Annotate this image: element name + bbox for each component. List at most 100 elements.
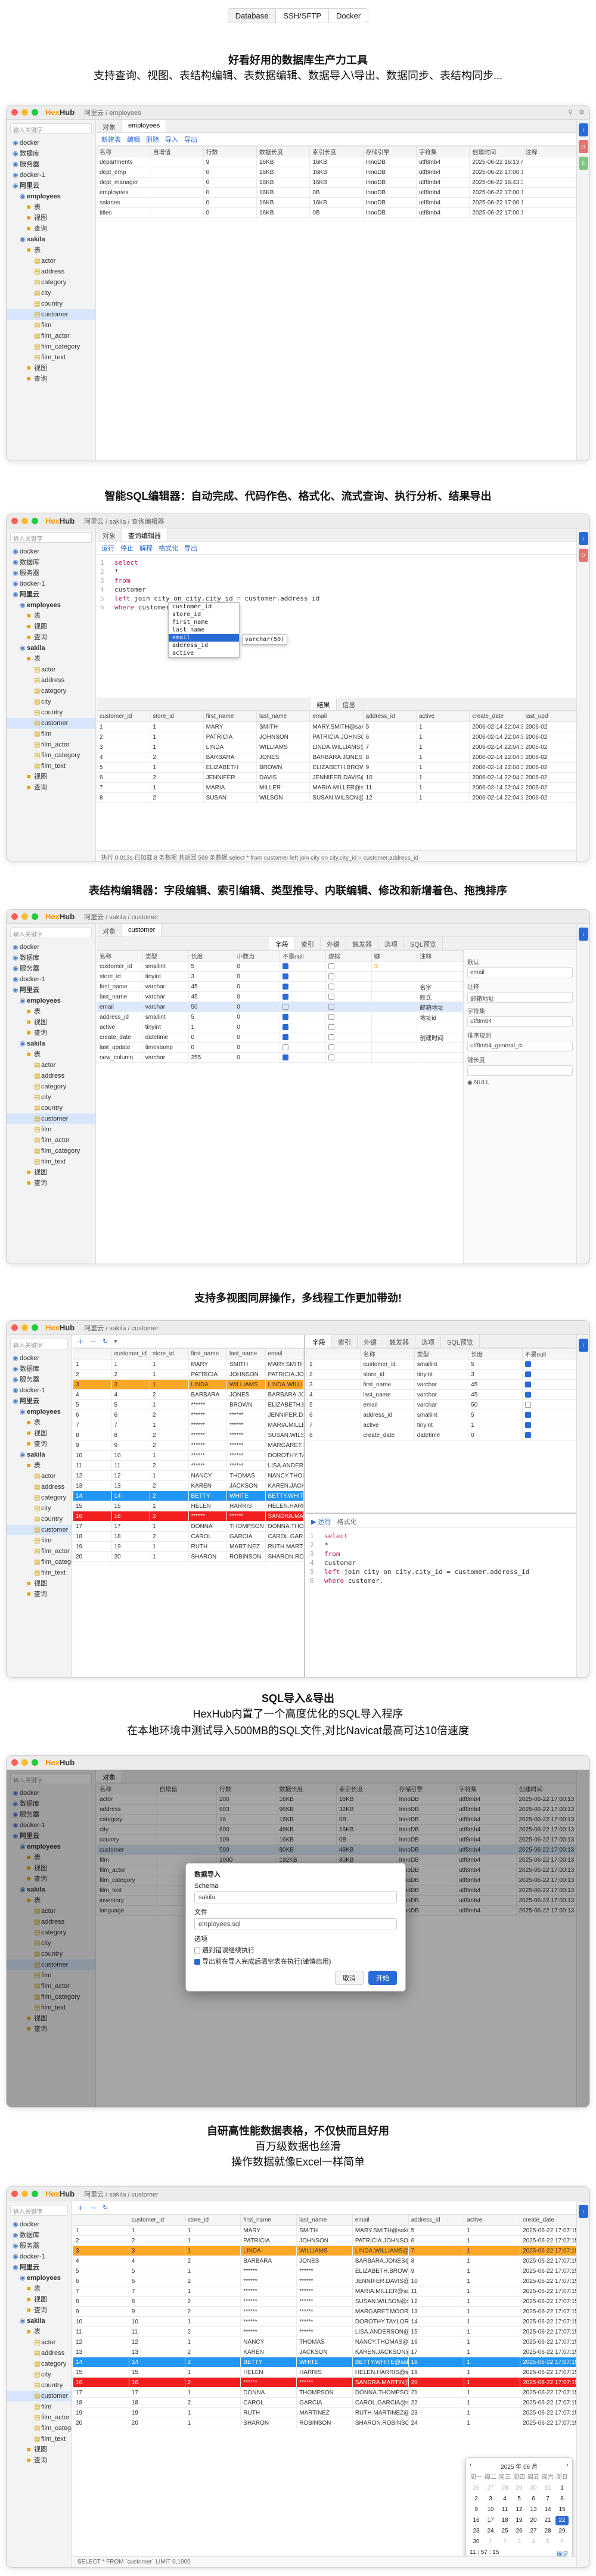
format-button[interactable]: 格式化 — [337, 1517, 357, 1526]
table-cell[interactable]: LINDA — [240, 2245, 297, 2256]
gear-icon[interactable]: ⚙ — [579, 108, 585, 116]
table-cell[interactable]: 20 — [408, 2377, 465, 2388]
keylength-field[interactable] — [467, 1065, 573, 1076]
table-cell[interactable]: 2025-06-22 17:07:15 — [520, 2276, 576, 2286]
table-cell[interactable] — [325, 1042, 372, 1053]
checkbox[interactable] — [524, 1432, 531, 1438]
table-cell[interactable]: 2025-06-22 17:07:15 — [520, 2407, 576, 2418]
table-cell[interactable]: 12 — [73, 2337, 129, 2347]
table-cell[interactable]: MARIA.MILLE — [265, 1420, 304, 1430]
table-cell[interactable]: 6 — [408, 2235, 465, 2246]
table-cell[interactable]: 10 — [73, 2316, 129, 2327]
refresh-icon[interactable]: ↻ — [103, 2204, 108, 2211]
table-cell[interactable]: 1 — [415, 732, 470, 742]
table-cell[interactable]: 19 — [128, 2407, 185, 2418]
table-cell[interactable]: 8 — [306, 1430, 361, 1441]
table-cell[interactable]: JONES — [226, 1389, 266, 1400]
column-header[interactable] — [306, 1348, 361, 1359]
autocomplete-popup[interactable]: customer_id store_id first_name last_name em… — [168, 602, 240, 658]
tree-item[interactable]: ◉ 阿里云 — [7, 589, 95, 600]
calendar-day[interactable]: 18 — [498, 2516, 511, 2525]
table-cell[interactable]: ****** — [226, 1410, 266, 1420]
table-cell[interactable]: 7 — [111, 1420, 150, 1430]
table-cell[interactable] — [522, 1399, 577, 1410]
maximize-dot[interactable] — [32, 913, 38, 920]
table-cell[interactable] — [371, 981, 418, 992]
close-dot[interactable] — [11, 109, 18, 116]
table-row[interactable]: 13 13 2 KAREN JACKSON KAREN.JACK — [73, 1480, 304, 1491]
column-header[interactable]: 行数 — [203, 146, 257, 157]
column-header[interactable]: 不是null — [522, 1348, 577, 1359]
column-header[interactable]: store_id — [150, 711, 204, 722]
calendar-day[interactable]: 27 — [484, 2484, 497, 2493]
table-cell[interactable]: tinyint — [142, 971, 189, 982]
table-cell[interactable]: MARTINEZ — [226, 1541, 266, 1552]
tree-item[interactable]: ▤ film_text — [7, 2434, 72, 2444]
table-cell[interactable]: 18 — [408, 2357, 465, 2367]
table-cell[interactable] — [522, 1389, 577, 1400]
tree-item[interactable]: ◉ docker — [7, 2219, 72, 2230]
table-cell[interactable]: utf8mb4 — [415, 207, 470, 218]
table-cell[interactable]: WHITE — [226, 1491, 266, 1501]
checkbox[interactable] — [283, 1054, 288, 1060]
table-cell[interactable]: varchar — [142, 981, 189, 992]
table-cell[interactable]: ROBINSON — [226, 1551, 266, 1562]
checkbox[interactable] — [328, 1023, 334, 1030]
checkbox[interactable] — [194, 1959, 200, 1965]
column-header[interactable]: 键 — [371, 950, 418, 962]
table-row[interactable]: employees 0 16KB 0B InnoDB utf8mb4 2025-06-22 … — [96, 187, 577, 198]
table-cell[interactable]: RUTH — [188, 1541, 227, 1552]
table-cell[interactable]: 15 — [73, 1501, 112, 1511]
tree-item[interactable]: ■ 视图 — [7, 2294, 72, 2305]
table-cell[interactable]: 22 — [408, 2397, 465, 2408]
sidebar-search-input[interactable]: 输入关键字 — [10, 532, 92, 543]
table-cell[interactable]: ****** — [296, 2316, 353, 2327]
checkbox[interactable] — [524, 1411, 531, 1418]
table-cell[interactable]: 10 — [408, 2276, 465, 2286]
table-cell[interactable]: 17 — [408, 2347, 465, 2357]
column-header[interactable]: last_name — [256, 711, 311, 722]
table-cell[interactable]: email — [97, 1001, 143, 1012]
close-dot[interactable] — [11, 1324, 18, 1331]
table-cell[interactable] — [325, 1032, 372, 1043]
tree-item[interactable]: ▤ customer — [7, 718, 95, 729]
table-cell[interactable]: 1 — [464, 2337, 521, 2347]
charset-select[interactable]: utf8mb4 — [467, 1016, 573, 1027]
subtab[interactable]: SQL预览 — [404, 937, 443, 950]
checkbox[interactable] — [524, 1391, 531, 1398]
table-cell[interactable]: 10 — [73, 1450, 112, 1461]
suggestion-item[interactable]: address_id — [169, 642, 239, 649]
suggestion-item[interactable]: first_name — [169, 618, 239, 626]
prev-month-icon[interactable]: ‹ — [470, 2462, 471, 2471]
tree-item[interactable]: ◉ 阿里云 — [7, 985, 95, 995]
table-cell[interactable]: 1 — [464, 2377, 521, 2388]
tree-item[interactable]: ▤ film_text — [7, 352, 95, 363]
tree-item[interactable]: ◉ 数据库 — [7, 2230, 72, 2241]
table-row[interactable]: 331LINDAWILLIAMSLINDA.WILLIAMS@sakilacus… — [73, 2245, 576, 2256]
table-cell[interactable]: 10 — [362, 772, 417, 783]
table-row[interactable]: 62JENNIFERDAVISJENNIFER.DAVIS@sakilacust… — [96, 772, 577, 783]
table-cell[interactable]: RUTH.MARTI — [265, 1541, 304, 1552]
tree-item[interactable]: ■ 查询 — [7, 1178, 95, 1189]
table-row[interactable]: store_id tinyint 3 0 — [97, 971, 463, 982]
info-icon[interactable]: i — [578, 532, 588, 545]
table-cell[interactable]: 16 — [73, 1511, 112, 1522]
table-cell[interactable]: DONNA — [240, 2387, 297, 2398]
table-cell[interactable] — [417, 971, 463, 982]
suggestion-item[interactable]: customer_id — [169, 603, 239, 611]
table-cell[interactable]: 1 — [464, 2367, 521, 2378]
column-header[interactable]: 长度 — [188, 950, 235, 962]
tree-item[interactable]: ▤ customer — [7, 1525, 72, 1535]
column-header[interactable]: 类型 — [414, 1348, 469, 1359]
tree-item[interactable]: ▤ actor — [7, 664, 95, 675]
sidebar-search-input[interactable]: 输入关键字 — [10, 123, 92, 134]
calendar-day[interactable]: 10 — [484, 2505, 497, 2515]
tree-item[interactable]: ▤ city — [7, 288, 95, 298]
table-cell[interactable]: 16KB — [309, 197, 364, 208]
table-cell[interactable]: 地址id — [417, 1012, 463, 1022]
table-cell[interactable]: 9 — [408, 2266, 465, 2276]
tree-item[interactable]: ■ 查询 — [7, 632, 95, 643]
table-cell[interactable]: BETTY — [188, 1491, 227, 1501]
tree-item[interactable]: ▤ customer — [7, 2391, 72, 2401]
default-field[interactable]: email — [467, 967, 573, 978]
